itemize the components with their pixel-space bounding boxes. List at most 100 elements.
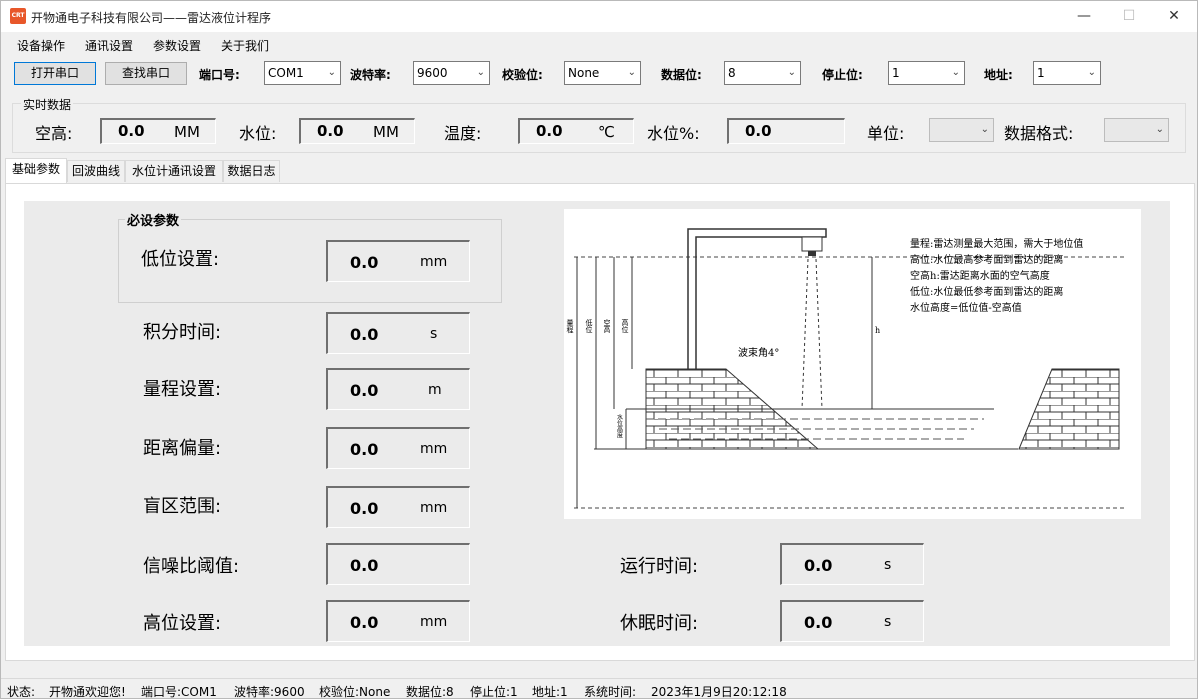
status-baud: 波特率:9600 <box>234 685 305 699</box>
tab-echo-curve[interactable]: 回波曲线 <box>67 160 125 182</box>
beam-angle-label: 波束角4° <box>738 346 779 359</box>
level-unit: MM <box>373 123 399 141</box>
air-v-label: 空高 <box>603 318 611 334</box>
open-port-button[interactable]: 打开串口 <box>14 62 96 85</box>
diagram-note-5: 水位高度=低位值-空高值 <box>910 301 1022 314</box>
tab-data-log[interactable]: 数据日志 <box>223 160 280 182</box>
low-unit: mm <box>420 254 448 270</box>
app-logo-icon: CRT <box>10 8 26 24</box>
status-parity: 校验位:None <box>319 685 391 699</box>
level-value: 0.0 <box>317 122 344 140</box>
status-databits: 数据位:8 <box>406 685 454 699</box>
port-value: COM1 <box>268 66 304 80</box>
tab-basic-params[interactable]: 基础参数 <box>5 158 67 183</box>
window-title: 开物通电子科技有限公司——雷达液位计程序 <box>31 11 272 25</box>
chevron-down-icon: ⌄ <box>1155 124 1164 135</box>
status-bar: 状态: 开物通欢迎您! 端口号:COM1 波特率:9600 校验位:None 数… <box>1 678 1197 699</box>
sleep-field[interactable]: 0.0 s <box>780 600 924 642</box>
baud-select[interactable]: 9600 ⌄ <box>413 61 490 85</box>
main-window: CRT 开物通电子科技有限公司——雷达液位计程序 — ☐ ✕ 设备操作 通讯设置… <box>0 0 1198 699</box>
low-value: 0.0 <box>350 253 379 272</box>
low-field[interactable]: 0.0 mm <box>326 240 470 282</box>
parity-label: 校验位: <box>502 68 543 82</box>
sleep-value: 0.0 <box>804 613 833 632</box>
port-select[interactable]: COM1 ⌄ <box>264 61 341 85</box>
stopbits-select[interactable]: 1 ⌄ <box>888 61 965 85</box>
level-field: 0.0 MM <box>299 118 415 144</box>
h-label: h <box>875 326 880 335</box>
databits-select[interactable]: 8 ⌄ <box>724 61 801 85</box>
snr-field[interactable]: 0.0 <box>326 543 470 585</box>
sleep-label: 休眠时间: <box>620 613 699 634</box>
temp-field: 0.0 ℃ <box>518 118 634 144</box>
range-field[interactable]: 0.0 m <box>326 368 470 410</box>
diagram-note-4: 低位:水位最低参考面到雷达的距离 <box>910 285 1063 298</box>
blind-value: 0.0 <box>350 499 379 518</box>
offset-field[interactable]: 0.0 mm <box>326 427 470 469</box>
offset-label: 距离偏量: <box>143 438 222 459</box>
status-port: 端口号:COM1 <box>141 685 217 699</box>
unit-label: 单位: <box>867 124 905 143</box>
diagram-note-1: 量程:雷达测量最大范围，需大于地位值 <box>910 237 1083 250</box>
minimize-button[interactable]: — <box>1061 3 1107 30</box>
status-systime-label: 系统时间: <box>584 685 637 699</box>
air-height-unit: MM <box>174 123 200 141</box>
chevron-down-icon: ⌄ <box>980 124 989 135</box>
temp-value: 0.0 <box>536 122 563 140</box>
status-address: 地址:1 <box>532 685 568 699</box>
run-field[interactable]: 0.0 s <box>780 543 924 585</box>
range-label: 量程设置: <box>143 379 222 400</box>
high-unit: mm <box>420 614 448 630</box>
baud-value: 9600 <box>417 66 448 80</box>
databits-label: 数据位: <box>661 68 702 82</box>
stopbits-label: 停止位: <box>822 68 863 82</box>
blind-field[interactable]: 0.0 mm <box>326 486 470 528</box>
run-label: 运行时间: <box>620 556 699 577</box>
tab-comm-settings[interactable]: 水位计通讯设置 <box>125 160 223 182</box>
menu-comm[interactable]: 通讯设置 <box>85 37 133 54</box>
sleep-unit: s <box>884 614 892 630</box>
address-select[interactable]: 1 ⌄ <box>1033 61 1101 85</box>
low-v-label: 低位 <box>585 318 593 333</box>
blind-unit: mm <box>420 500 448 516</box>
high-field[interactable]: 0.0 mm <box>326 600 470 642</box>
parity-value: None <box>568 66 600 80</box>
temp-label: 温度: <box>444 124 482 143</box>
range-value: 0.0 <box>350 381 379 400</box>
diagram-note-2: 高位:水位最高参考面到雷达的距离 <box>910 253 1063 266</box>
integral-value: 0.0 <box>350 325 379 344</box>
range-unit: m <box>428 382 442 398</box>
maximize-button[interactable]: ☐ <box>1106 3 1152 30</box>
menu-about[interactable]: 关于我们 <box>221 37 269 54</box>
address-label: 地址: <box>984 68 1013 82</box>
close-button[interactable]: ✕ <box>1151 3 1197 30</box>
menu-params[interactable]: 参数设置 <box>153 37 201 54</box>
chevron-down-icon: ⌄ <box>327 67 336 78</box>
chevron-down-icon: ⌄ <box>476 67 485 78</box>
title-bar: CRT 开物通电子科技有限公司——雷达液位计程序 — ☐ ✕ <box>1 1 1197 32</box>
blind-label: 盲区范围: <box>143 496 222 517</box>
parity-select[interactable]: None ⌄ <box>564 61 641 85</box>
find-port-button[interactable]: 查找串口 <box>105 62 187 85</box>
menu-bar: 设备操作 通讯设置 参数设置 关于我们 <box>1 33 1197 57</box>
status-state-value: 开物通欢迎您! <box>49 685 126 699</box>
status-stopbits: 停止位:1 <box>470 685 518 699</box>
run-unit: s <box>884 557 892 573</box>
snr-value: 0.0 <box>350 556 379 575</box>
realtime-group-label: 实时数据 <box>21 96 74 113</box>
stopbits-value: 1 <box>892 66 900 80</box>
unit-select[interactable]: ⌄ <box>929 118 994 142</box>
chevron-down-icon: ⌄ <box>787 67 796 78</box>
level-pct-field: 0.0 <box>727 118 845 144</box>
high-label: 高位设置: <box>143 613 222 634</box>
format-select[interactable]: ⌄ <box>1104 118 1169 142</box>
integral-field[interactable]: 0.0 s <box>326 312 470 354</box>
chevron-down-icon: ⌄ <box>627 67 636 78</box>
offset-value: 0.0 <box>350 440 379 459</box>
diagram-note-3: 空高h:雷达距离水面的空气高度 <box>910 269 1050 282</box>
menu-device[interactable]: 设备操作 <box>17 37 65 54</box>
level-label: 水位: <box>239 124 277 143</box>
level-pct-label: 水位%: <box>647 124 700 143</box>
radar-diagram-svg: 量程 低位 空高 高位 h 水位高度 波束角4° 量程:雷达测量最大范围，需大于… <box>566 228 1124 509</box>
port-label: 端口号: <box>199 68 240 82</box>
